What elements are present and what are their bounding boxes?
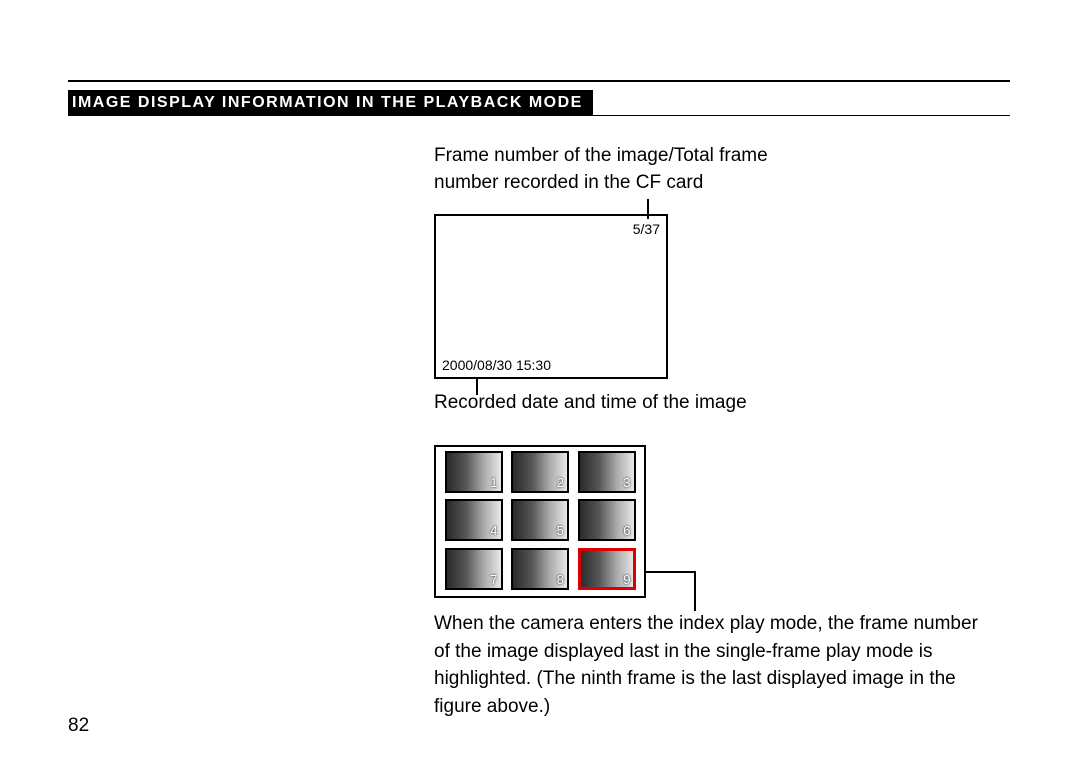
- page-number: 82: [68, 715, 89, 737]
- grid-row: 7 8 9: [439, 546, 641, 594]
- thumb-5: 5: [511, 499, 569, 541]
- thumb-num: 5: [557, 523, 564, 538]
- thumb-num: 6: [623, 523, 630, 538]
- callout-line-highlight-h: [644, 571, 694, 573]
- index-play-grid: 1 2 3 4 5 6 7 8 9: [434, 445, 646, 598]
- grid-row: 4 5 6: [439, 497, 641, 545]
- grid-row: 1 2 3: [439, 449, 641, 497]
- frame-number-label: Frame number of the image/Total frame nu…: [434, 143, 768, 196]
- thumb-4: 4: [445, 499, 503, 541]
- frame-counter-value: 5/37: [633, 221, 660, 237]
- thumb-9-highlighted: 9: [578, 548, 636, 590]
- thumb-1: 1: [445, 451, 503, 493]
- section-title-underline: [68, 115, 1010, 116]
- frame-number-label-line1: Frame number of the image/Total frame: [434, 145, 768, 166]
- section-title: IMAGE DISPLAY INFORMATION IN THE PLAYBAC…: [68, 90, 593, 116]
- thumb-num: 8: [557, 572, 564, 587]
- thumb-6: 6: [578, 499, 636, 541]
- thumb-num: 9: [623, 572, 630, 587]
- thumb-num: 2: [557, 475, 564, 490]
- thumb-num: 1: [490, 475, 497, 490]
- frame-number-label-line2: number recorded in the CF card: [434, 172, 703, 193]
- thumb-8: 8: [511, 548, 569, 590]
- index-mode-description: When the camera enters the index play mo…: [434, 610, 994, 720]
- thumb-7: 7: [445, 548, 503, 590]
- recorded-datetime-label: Recorded date and time of the image: [434, 392, 747, 414]
- playback-display: 5/37 2000/08/30 15:30: [434, 214, 668, 379]
- thumb-num: 3: [623, 475, 630, 490]
- thumb-2: 2: [511, 451, 569, 493]
- callout-line-highlight-v: [694, 571, 696, 611]
- thumb-num: 4: [490, 523, 497, 538]
- thumb-num: 7: [490, 572, 497, 587]
- thumb-3: 3: [578, 451, 636, 493]
- page-top-rule: [68, 80, 1010, 82]
- recorded-datetime-value: 2000/08/30 15:30: [442, 357, 551, 373]
